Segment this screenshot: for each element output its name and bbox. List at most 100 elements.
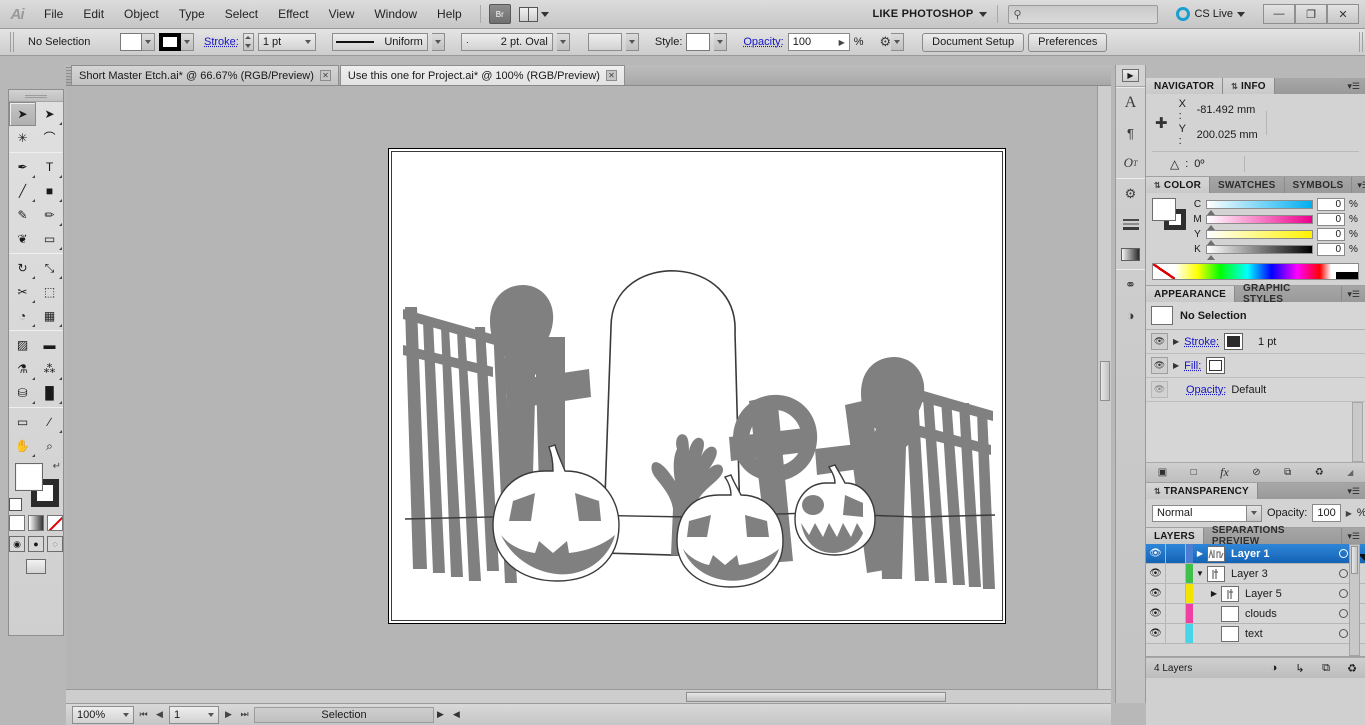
eyedropper-tool[interactable]: ⚗	[9, 357, 36, 381]
shape-builder-tool[interactable]: ◔	[9, 304, 36, 328]
tool-flyout-indicator[interactable]	[59, 122, 62, 125]
stroke-profile-arrow[interactable]	[432, 33, 445, 51]
last-artboard-icon[interactable]: ⏭	[238, 707, 251, 722]
status-display[interactable]: Selection	[254, 707, 434, 723]
tool-flyout-indicator[interactable]	[32, 401, 35, 404]
close-icon[interactable]: ✕	[606, 70, 617, 81]
slider-k[interactable]: K 0 %	[1193, 243, 1359, 256]
restore-button[interactable]: ❐	[1295, 4, 1327, 24]
tab-appearance[interactable]: APPEARANCE	[1146, 286, 1235, 302]
color-fill-button[interactable]	[9, 515, 25, 531]
control-bar-grip[interactable]	[10, 32, 16, 52]
tab-graphic-styles[interactable]: GRAPHIC STYLES	[1235, 286, 1342, 302]
layer-row-clouds[interactable]: 👁 clouds	[1146, 604, 1365, 624]
document-tab-2[interactable]: Use this one for Project.ai* @ 100% (RGB…	[340, 65, 625, 85]
eraser-tool[interactable]: ▭	[36, 227, 63, 251]
tool-flyout-indicator[interactable]	[59, 377, 62, 380]
layers-panel-menu-icon[interactable]: ▾☰	[1342, 528, 1365, 544]
stroke-profile-dropdown[interactable]: Uniform	[332, 33, 428, 51]
layer-row-layer-3[interactable]: 👁 ▼ Layer 3	[1146, 564, 1365, 584]
pencil-tool[interactable]: ✏	[36, 203, 63, 227]
close-icon[interactable]: ✕	[320, 70, 331, 81]
swap-fill-stroke-icon[interactable]: ↵	[53, 461, 61, 472]
appearance-row-opacity[interactable]: 👁 Opacity: Default	[1146, 378, 1365, 402]
lock-toggle[interactable]	[1166, 584, 1186, 603]
scale-tool[interactable]: ⤡	[36, 256, 63, 280]
canvas-vertical-scrollbar[interactable]	[1097, 86, 1111, 689]
layer-name[interactable]: clouds	[1239, 608, 1331, 620]
slider-c[interactable]: C 0 %	[1193, 198, 1359, 211]
zoom-level-dropdown[interactable]: 100%	[72, 706, 134, 724]
appearance-panel-menu-icon[interactable]: ▾☰	[1342, 286, 1365, 302]
stroke-swatch[interactable]	[159, 33, 181, 51]
tab-symbols[interactable]: SYMBOLS	[1285, 177, 1353, 193]
fill-swatch[interactable]	[120, 33, 142, 51]
paintbrush-tool[interactable]: ✎	[9, 203, 36, 227]
chevron-down-icon[interactable]	[979, 12, 987, 17]
recolor-artwork-button[interactable]: ⚙	[880, 33, 905, 51]
chevron-right-icon[interactable]: ▶	[1193, 549, 1207, 558]
direct-selection-tool[interactable]: ➤	[36, 102, 63, 126]
slider-m-ramp[interactable]	[1206, 215, 1313, 224]
canvas-vertical-scroll-thumb[interactable]	[1100, 361, 1110, 401]
document-tab-1[interactable]: Short Master Etch.ai* @ 66.67% (RGB/Prev…	[71, 65, 339, 85]
free-transform-tool[interactable]: ⬚	[36, 280, 63, 304]
menu-window[interactable]: Window	[364, 3, 427, 25]
transparency-panel-menu-icon[interactable]: ▾☰	[1342, 483, 1365, 499]
color-fill-stroke-control[interactable]	[1152, 198, 1186, 230]
paragraph-panel-icon[interactable]: ¶	[1116, 118, 1145, 148]
eye-icon[interactable]: 👁	[1146, 564, 1166, 583]
width-tool[interactable]: ✂	[9, 280, 36, 304]
draw-normal-button[interactable]: ◉	[9, 536, 25, 552]
slider-k-thumb[interactable]	[1207, 255, 1215, 260]
mesh-tool[interactable]: ▨	[9, 333, 36, 357]
graphic-style-swatch[interactable]	[686, 33, 710, 51]
add-new-effect-icon[interactable]: fx	[1220, 465, 1229, 480]
appearance-fill-swatch[interactable]	[1206, 357, 1225, 374]
fill-dropdown-arrow[interactable]	[142, 33, 155, 51]
layer-name[interactable]: Layer 3	[1225, 568, 1331, 580]
menu-view[interactable]: View	[319, 3, 365, 25]
graphic-style-arrow[interactable]	[714, 33, 727, 51]
menu-effect[interactable]: Effect	[268, 3, 318, 25]
rotate-tool[interactable]: ↻	[9, 256, 36, 280]
layer-name[interactable]: Layer 1	[1225, 548, 1331, 560]
appearance-row-stroke[interactable]: 👁 ▶ Stroke: 1 pt	[1146, 330, 1365, 354]
draw-inside-button[interactable]: ◌	[47, 536, 63, 552]
menu-object[interactable]: Object	[114, 3, 169, 25]
tool-flyout-indicator[interactable]	[59, 430, 62, 433]
layers-scroll-thumb[interactable]	[1351, 546, 1358, 574]
arrange-documents-button[interactable]	[519, 7, 549, 22]
brushes-panel-icon[interactable]: ⚙	[1116, 179, 1145, 209]
tab-color[interactable]: ⇅ COLOR	[1146, 177, 1210, 193]
opacity-label[interactable]: Opacity:	[743, 36, 783, 48]
slider-y[interactable]: Y 0 %	[1193, 228, 1359, 241]
create-new-sublayer-icon[interactable]: ↳	[1287, 662, 1313, 675]
halloween-graveyard-artwork[interactable]	[389, 149, 1007, 625]
opacity-pre-arrow[interactable]	[626, 33, 639, 51]
canvas-horizontal-scroll-thumb[interactable]	[686, 692, 946, 702]
tool-flyout-indicator[interactable]	[32, 454, 35, 457]
column-graph-tool[interactable]: █	[36, 381, 63, 405]
status-resize-icon[interactable]: ◀	[453, 709, 460, 720]
stroke-color-control[interactable]	[159, 33, 194, 51]
gradient-panel-icon[interactable]	[1116, 239, 1145, 269]
lasso-tool[interactable]: ⌒	[36, 126, 63, 150]
black-white-swatches[interactable]	[1336, 264, 1358, 279]
status-flyout-icon[interactable]: ▶	[437, 709, 444, 720]
lock-toggle[interactable]	[1166, 564, 1186, 583]
menu-select[interactable]: Select	[215, 3, 268, 25]
opacity-input[interactable]: 100 ▶	[788, 33, 850, 51]
tab-swatches[interactable]: SWATCHES	[1210, 177, 1285, 193]
magic-wand-tool[interactable]: ✳	[9, 126, 36, 150]
stroke-weight-stepper[interactable]	[243, 33, 254, 51]
rectangle-tool[interactable]: ■	[36, 179, 63, 203]
brush-definition-dropdown[interactable]: · 2 pt. Oval	[461, 33, 553, 51]
appearance-row-fill[interactable]: 👁 ▶ Fill:	[1146, 354, 1365, 378]
previous-artboard-icon[interactable]: ◀	[153, 707, 166, 722]
appearance-stroke-label[interactable]: Stroke:	[1184, 336, 1219, 348]
slider-m[interactable]: M 0 %	[1193, 213, 1359, 226]
expand-panels-icon[interactable]: ▶	[1116, 65, 1145, 87]
stroke-dropdown-arrow[interactable]	[181, 33, 194, 51]
add-new-fill-icon[interactable]: □	[1191, 467, 1197, 478]
